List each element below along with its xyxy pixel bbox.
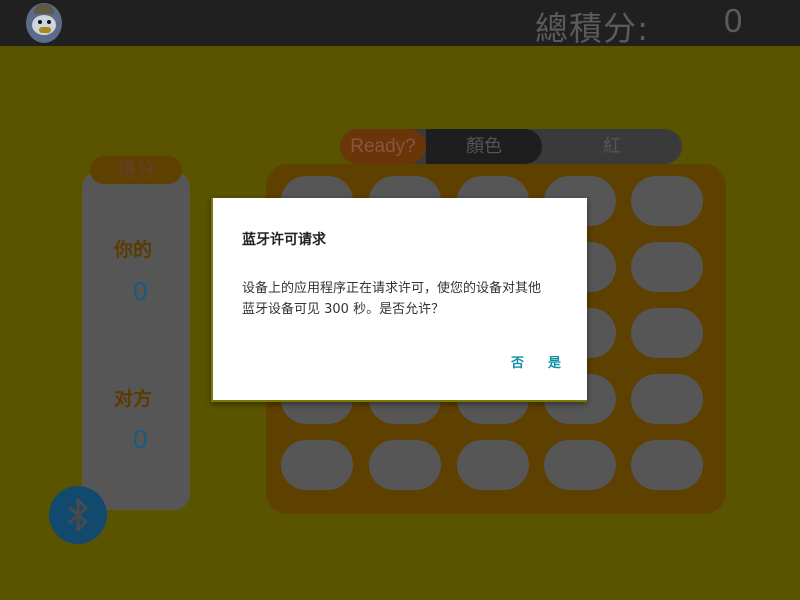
duck-avatar-icon [26, 3, 62, 43]
opponent-score-value: 0 [133, 424, 148, 454]
ready-button[interactable]: Ready? [340, 129, 426, 164]
total-score-label: 總積分: [535, 9, 650, 48]
opponent-score-label: 对方 [114, 388, 153, 410]
board-cell[interactable] [631, 440, 703, 490]
color-value: 紅 [603, 136, 621, 157]
top-bar: 總積分: 0 [0, 0, 800, 48]
your-score-label: 你的 [114, 239, 153, 261]
color-label: 顏色 [426, 129, 542, 164]
dialog-message-line: 设备上的应用程序正在请求许可，使您的设备对其他 [242, 281, 542, 296]
allow-button[interactable]: 是 [548, 352, 561, 371]
dialog-title: 蓝牙许可请求 [242, 232, 326, 248]
total-score-value: 0 [724, 2, 743, 39]
board-cell[interactable] [631, 308, 703, 358]
board-cell[interactable] [369, 440, 441, 490]
score-panel-title: 得分 [90, 156, 182, 184]
dialog-message-line: 蓝牙设备可见 300 秒。是否允许？ [242, 302, 445, 317]
bluetooth-button[interactable] [49, 486, 107, 544]
score-panel [82, 172, 190, 510]
deny-button[interactable]: 否 [511, 352, 524, 371]
board-cell[interactable] [457, 440, 529, 490]
bluetooth-icon [68, 498, 88, 532]
bluetooth-permission-dialog: 蓝牙许可请求 设备上的应用程序正在请求许可，使您的设备对其他 蓝牙设备可见 30… [211, 198, 587, 402]
board-cell[interactable] [631, 374, 703, 424]
game-status-bar: Ready? 顏色 紅 [340, 129, 682, 164]
board-cell[interactable] [631, 176, 703, 226]
board-cell[interactable] [544, 440, 616, 490]
dialog-message: 设备上的应用程序正在请求许可，使您的设备对其他 蓝牙设备可见 300 秒。是否允… [242, 278, 562, 320]
your-score-value: 0 [133, 276, 148, 306]
board-cell[interactable] [281, 440, 353, 490]
board-cell[interactable] [631, 242, 703, 292]
